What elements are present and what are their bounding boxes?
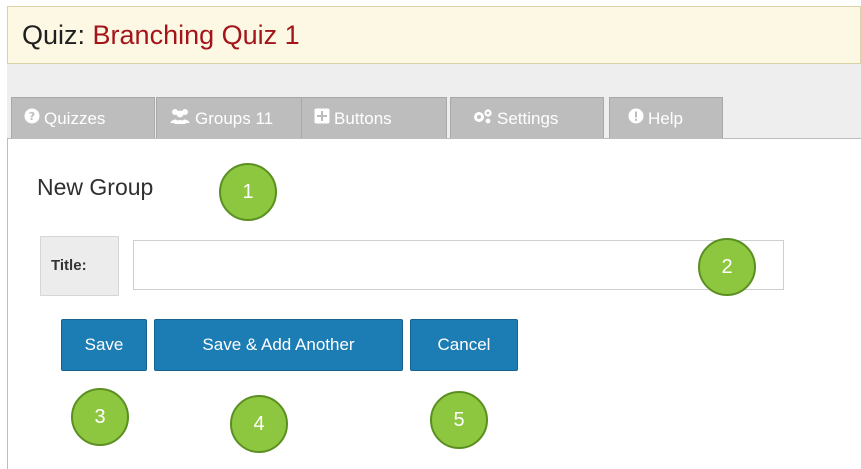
tab-groups[interactable]: Groups 11	[156, 97, 306, 138]
tab-buttons-label: Buttons	[334, 109, 392, 129]
save-button[interactable]: Save	[61, 319, 147, 371]
callout-badge-1: 1	[219, 163, 277, 221]
tab-quizzes-label: Quizzes	[44, 109, 106, 129]
quiz-name: Branching Quiz 1	[92, 20, 300, 50]
header-gap	[7, 64, 861, 97]
callout-badge-3: 3	[71, 388, 129, 446]
tab-quizzes[interactable]: ? Quizzes	[11, 97, 155, 138]
users-icon	[169, 99, 191, 138]
quiz-header: Quiz: Branching Quiz 1	[7, 6, 861, 64]
form-heading: New Group	[37, 174, 154, 200]
tab-buttons[interactable]: Buttons	[301, 97, 447, 138]
callout-badge-5: 5	[430, 391, 488, 449]
cancel-button[interactable]: Cancel	[410, 319, 518, 371]
title-input[interactable]	[133, 240, 784, 290]
tab-groups-label: Groups 11	[195, 109, 274, 129]
plus-square-icon	[314, 99, 330, 138]
callout-badge-4: 4	[230, 395, 288, 453]
tab-settings-label: Settings	[497, 109, 559, 129]
tab-help[interactable]: Help	[609, 97, 723, 138]
question-circle-icon: ?	[24, 99, 40, 138]
gears-icon	[473, 99, 493, 138]
title-label: Title:	[40, 236, 119, 296]
callout-badge-2: 2	[698, 238, 756, 296]
svg-text:?: ?	[29, 110, 35, 123]
save-add-another-button[interactable]: Save & Add Another	[154, 319, 403, 371]
tab-settings[interactable]: Settings	[450, 97, 604, 138]
tab-bar: ? Quizzes Groups 11 Buttons Settings Hel…	[7, 97, 861, 139]
page-title: Quiz: Branching Quiz 1	[22, 20, 300, 51]
title-prefix: Quiz:	[22, 20, 93, 50]
info-circle-icon	[628, 99, 644, 138]
tab-help-label: Help	[648, 109, 683, 129]
